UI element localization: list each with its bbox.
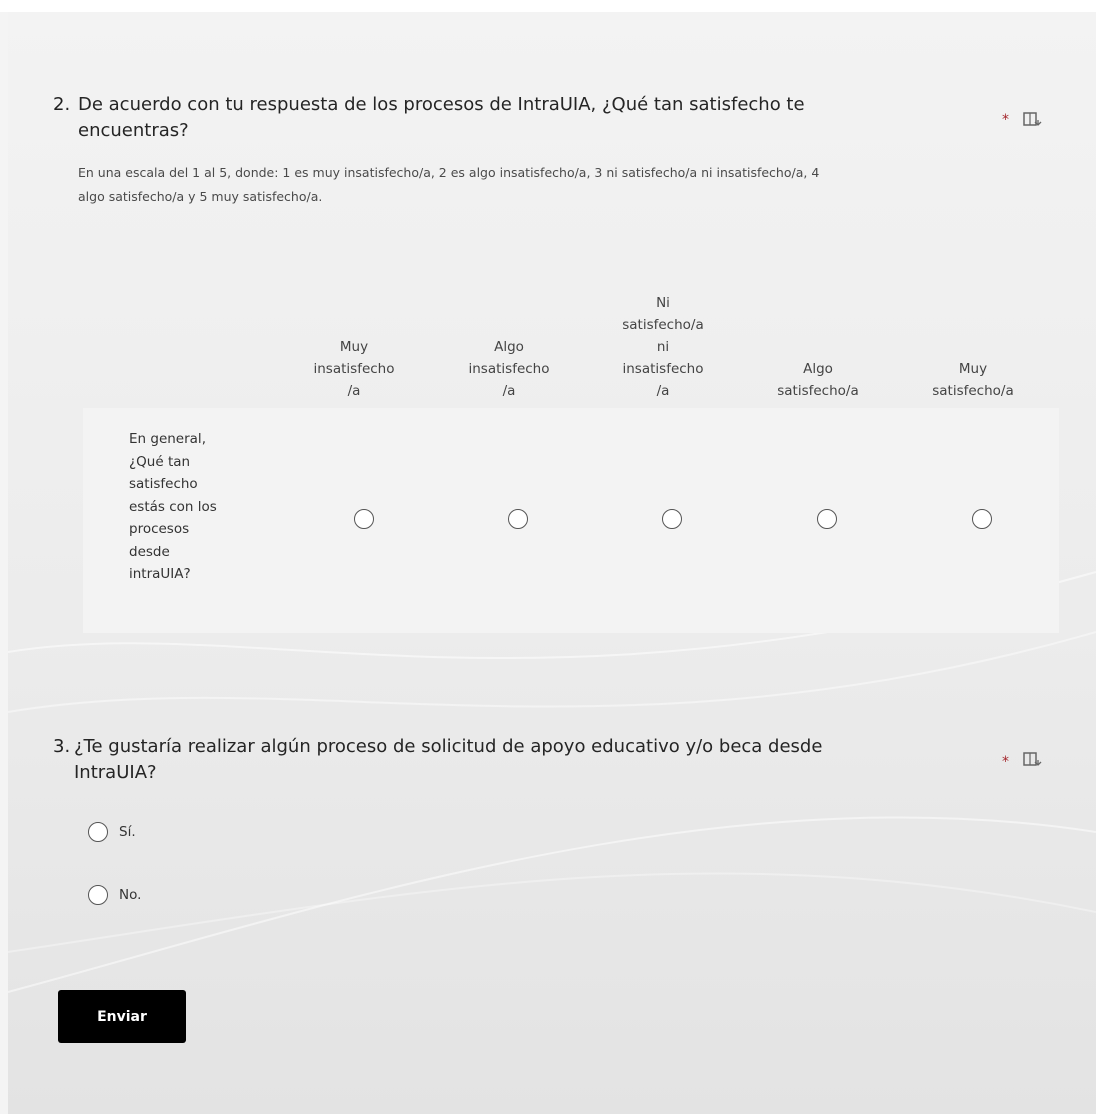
column-header-line: ni bbox=[656, 339, 670, 355]
column-header-line: Ni bbox=[656, 295, 670, 311]
row-label: En general, ¿Qué tan satisfecho estás co… bbox=[129, 428, 269, 586]
row-label-line: En general, bbox=[129, 431, 206, 447]
column-header-line: Algo bbox=[803, 361, 833, 377]
radio-ni-satisfecho-ni-insatisfecho[interactable] bbox=[662, 509, 682, 529]
required-asterisk: * bbox=[1002, 112, 1009, 128]
column-header-3: Ni satisfecho/a ni insatisfecho /a bbox=[598, 252, 728, 402]
row-label-line: intraUIA? bbox=[129, 566, 191, 582]
column-header-line: Muy bbox=[958, 361, 988, 377]
column-header-2: Algo insatisfecho /a bbox=[444, 252, 574, 402]
radio-no[interactable] bbox=[88, 885, 108, 905]
question-number: 2. bbox=[53, 94, 71, 115]
form-area: 2. De acuerdo con tu respuesta de los pr… bbox=[8, 12, 1096, 1114]
column-header-line: satisfecho/a bbox=[932, 383, 1014, 399]
column-header-line: insatisfecho bbox=[313, 361, 395, 377]
radio-algo-insatisfecho[interactable] bbox=[508, 509, 528, 529]
column-header-line: /a bbox=[347, 383, 361, 399]
column-header-line: insatisfecho bbox=[468, 361, 550, 377]
question-title-line1: ¿Te gustaría realizar algún proceso de s… bbox=[74, 736, 823, 757]
option-label[interactable]: Sí. bbox=[119, 822, 136, 842]
question-title-line2: encuentras? bbox=[78, 120, 189, 141]
row-label-line: satisfecho bbox=[129, 476, 198, 492]
required-asterisk: * bbox=[1002, 754, 1009, 770]
column-header-5: Muy satisfecho/a bbox=[908, 252, 1038, 402]
question-title-line1: De acuerdo con tu respuesta de los proce… bbox=[78, 94, 805, 115]
top-strip bbox=[0, 0, 1096, 12]
column-header-line: satisfecho/a bbox=[622, 317, 704, 333]
option-label[interactable]: No. bbox=[119, 885, 141, 905]
likert-row: En general, ¿Qué tan satisfecho estás co… bbox=[83, 408, 1059, 633]
column-header-4: Algo satisfecho/a bbox=[753, 252, 883, 402]
row-label-line: estás con los bbox=[129, 498, 217, 515]
column-header-line: /a bbox=[502, 383, 516, 399]
column-header-1: Muy insatisfecho /a bbox=[289, 252, 419, 402]
immersive-reader-icon[interactable] bbox=[1022, 750, 1042, 770]
radio-si[interactable] bbox=[88, 822, 108, 842]
column-header-line: Muy bbox=[339, 339, 369, 355]
row-label-line: desde bbox=[129, 543, 170, 560]
submit-button[interactable]: Enviar bbox=[58, 990, 186, 1043]
question-subtitle-line2: algo satisfecho/a y 5 muy satisfecho/a. bbox=[78, 189, 323, 204]
column-header-line: Algo bbox=[494, 339, 524, 355]
question-subtitle-line1: En una escala del 1 al 5, donde: 1 es mu… bbox=[78, 165, 820, 180]
radio-algo-satisfecho[interactable] bbox=[817, 509, 837, 529]
row-label-line: procesos bbox=[129, 521, 190, 537]
immersive-reader-icon[interactable] bbox=[1022, 110, 1042, 130]
radio-muy-insatisfecho[interactable] bbox=[354, 509, 374, 529]
question-title-line2: IntraUIA? bbox=[74, 762, 157, 783]
question-number: 3. bbox=[53, 736, 71, 757]
column-header-line: /a bbox=[656, 383, 670, 399]
column-header-line: satisfecho/a bbox=[777, 383, 859, 399]
radio-muy-satisfecho[interactable] bbox=[972, 509, 992, 529]
column-header-line: insatisfecho bbox=[622, 361, 704, 377]
row-label-line: ¿Qué tan bbox=[129, 453, 191, 470]
